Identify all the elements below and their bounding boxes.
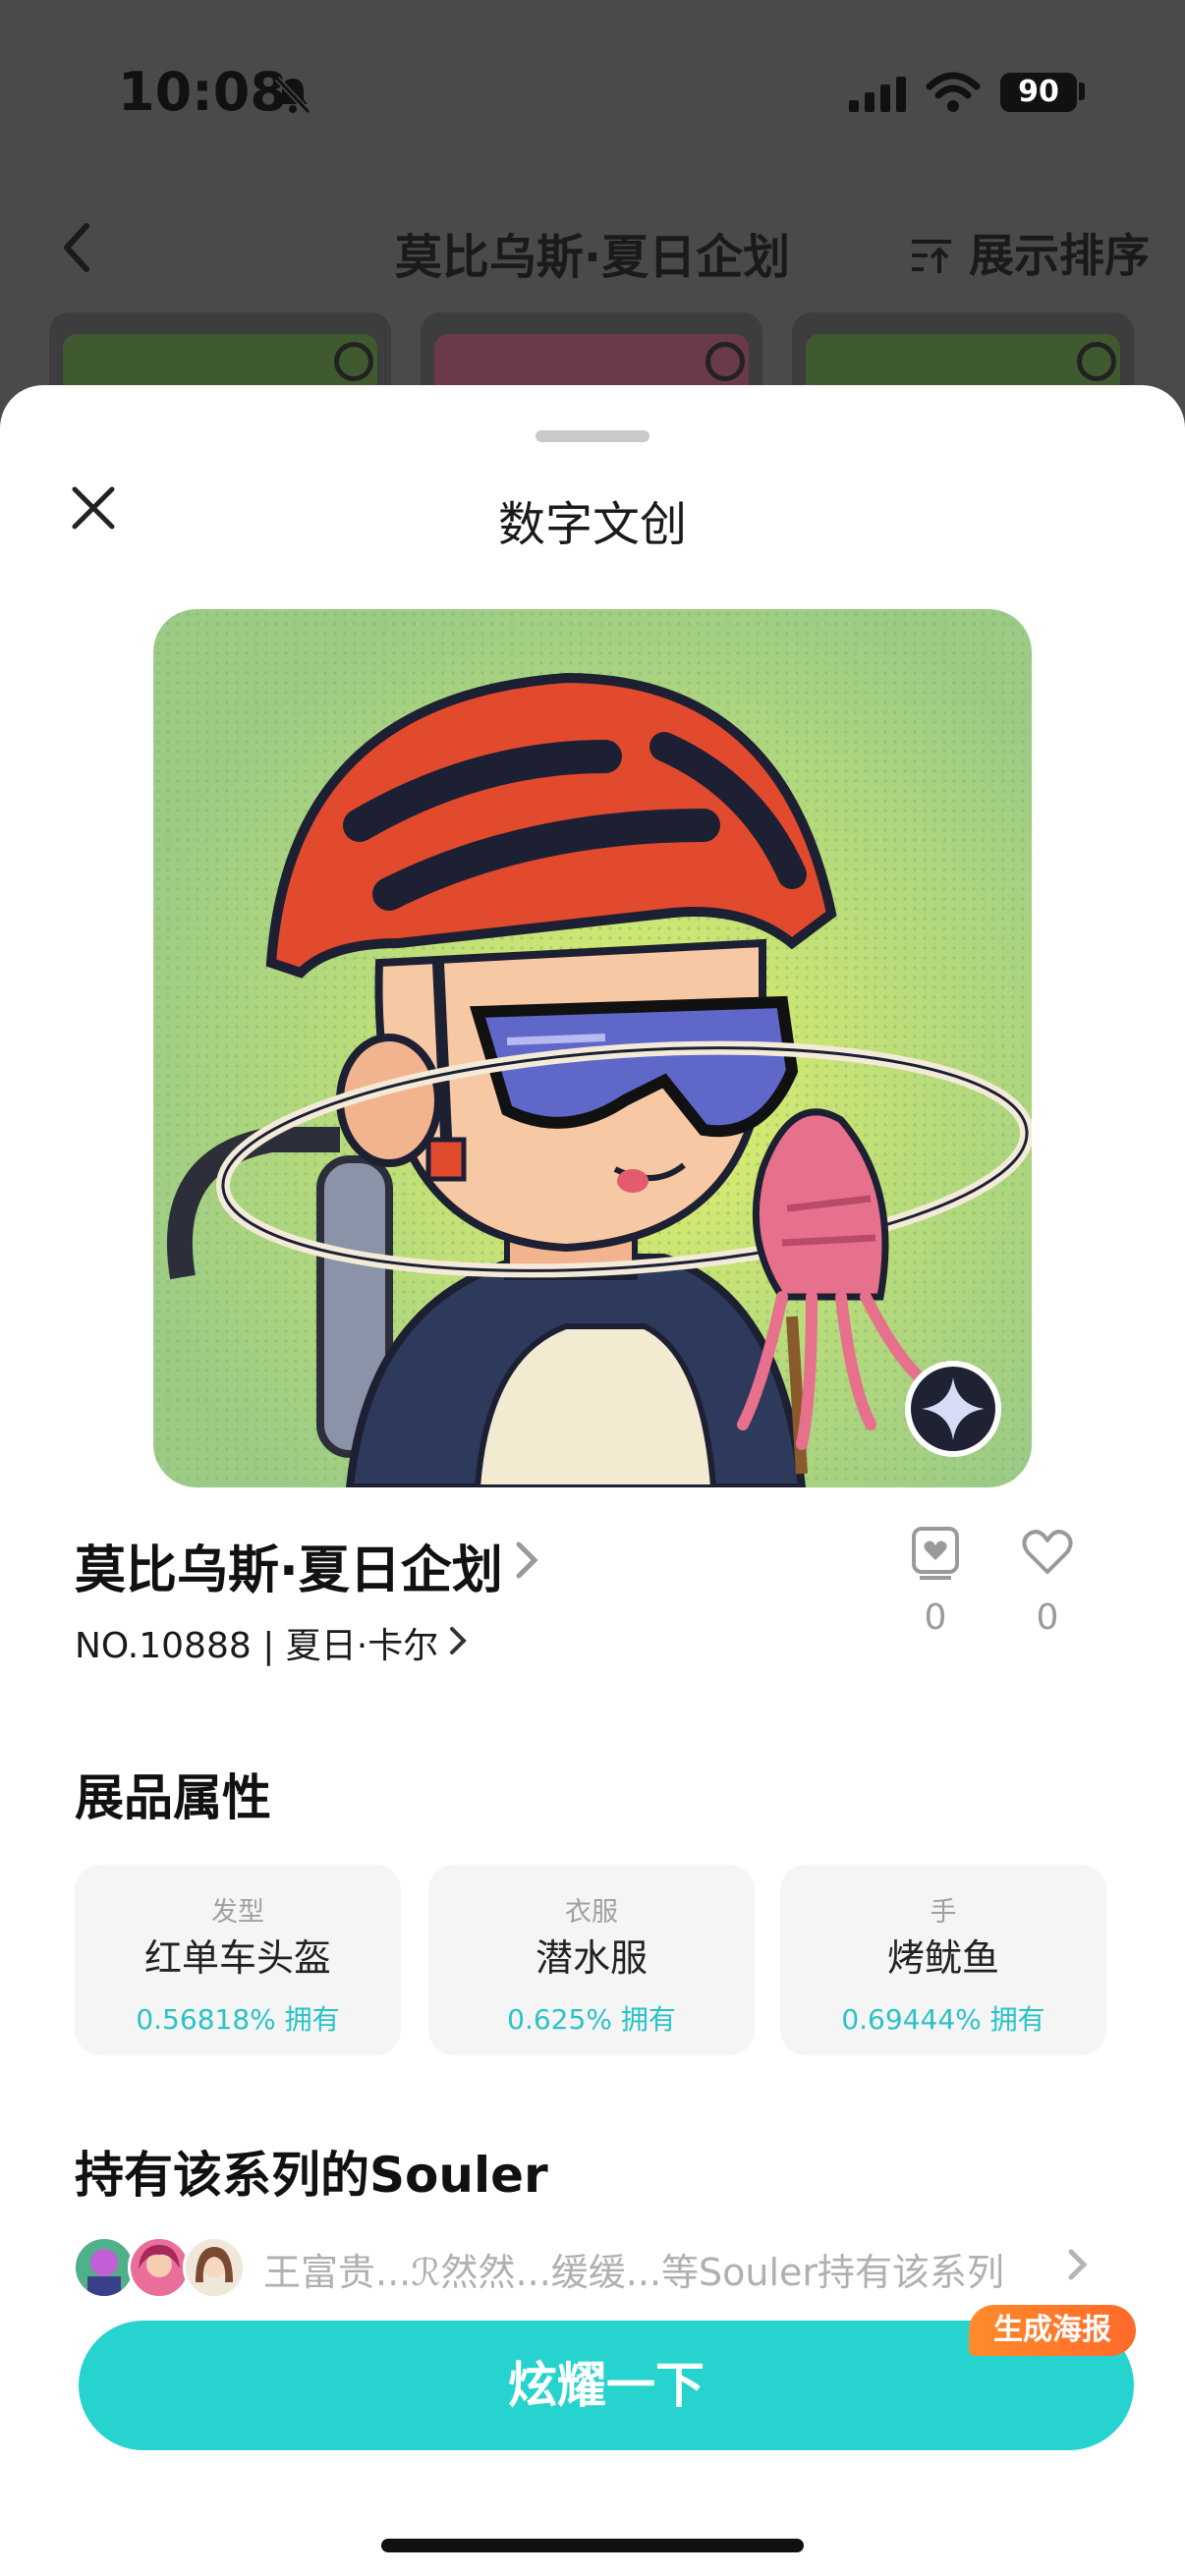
cellular-signal-icon [849, 77, 906, 112]
attribute-rarity: 0.69444% 拥有 [841, 2003, 1045, 2036]
thumbnail-card-3[interactable] [792, 312, 1134, 391]
collection-icon[interactable] [908, 1525, 963, 1580]
battery-tip [1079, 83, 1085, 100]
attribute-value: 烤鱿鱼 [886, 1936, 999, 1980]
thumbnail-card-2[interactable] [421, 312, 762, 391]
battery-indicator: 90 [1000, 73, 1077, 112]
status-time: 10:08 [118, 61, 287, 123]
attribute-category: 手 [930, 1897, 957, 1928]
sort-button[interactable]: 展示排序 [910, 220, 1150, 285]
sort-label: 展示排序 [969, 229, 1151, 282]
bell-muted-icon [274, 76, 311, 115]
like-count: 0 [1036, 1597, 1059, 1638]
heart-icon[interactable] [1020, 1525, 1075, 1580]
chevron-right-icon[interactable] [448, 1625, 468, 1656]
avatar[interactable] [183, 2236, 246, 2299]
attributes-heading: 展品属性 [75, 1769, 271, 1826]
attribute-category: 衣服 [565, 1897, 618, 1928]
sparkle-badge-icon[interactable] [904, 1360, 1002, 1458]
holders-heading: 持有该系列的Souler [75, 2147, 548, 2204]
generate-poster-badge[interactable]: 生成海报 [969, 2305, 1136, 2356]
artwork-illustration [153, 609, 1032, 1487]
item-serial[interactable]: NO.10888 | 夏日·卡尔 [75, 1617, 438, 1668]
holders-summary[interactable]: 王富贵...ℛ然然...缓缓...等Souler持有该系列 [263, 2242, 1004, 2296]
attribute-value: 红单车头盔 [143, 1936, 331, 1980]
attribute-category: 发型 [211, 1897, 264, 1928]
sort-icon [912, 240, 951, 273]
attribute-rarity: 0.625% 拥有 [507, 2003, 676, 2036]
chevron-right-icon[interactable] [515, 1540, 538, 1580]
avatar[interactable] [73, 2236, 136, 2299]
attribute-card-hair[interactable]: 发型 红单车头盔 0.56818% 拥有 [75, 1865, 401, 2055]
eye-icon [1077, 342, 1116, 381]
attribute-card-hand[interactable]: 手 烤鱿鱼 0.69444% 拥有 [780, 1865, 1106, 2055]
avatar[interactable] [128, 2236, 191, 2299]
drag-handle[interactable] [536, 430, 649, 442]
item-title[interactable]: 莫比乌斯·夏日企划 [75, 1529, 503, 1602]
sheet-title: 数字文创 [497, 497, 687, 552]
attribute-value: 潜水服 [535, 1936, 648, 1980]
attribute-rarity: 0.56818% 拥有 [136, 2003, 340, 2036]
eye-icon [334, 342, 373, 381]
chevron-right-icon[interactable] [1067, 2248, 1089, 2281]
collection-count: 0 [924, 1597, 947, 1638]
attribute-card-clothes[interactable]: 衣服 潜水服 0.625% 拥有 [428, 1865, 755, 2055]
page-title: 莫比乌斯·夏日企划 [394, 230, 791, 285]
home-indicator[interactable] [381, 2539, 804, 2552]
artwork-image[interactable] [153, 609, 1032, 1487]
back-arrow-icon[interactable] [61, 222, 92, 273]
close-icon[interactable] [71, 485, 116, 531]
thumbnail-card-1[interactable] [49, 312, 391, 391]
eye-icon [705, 342, 745, 381]
wifi-icon [926, 72, 981, 112]
